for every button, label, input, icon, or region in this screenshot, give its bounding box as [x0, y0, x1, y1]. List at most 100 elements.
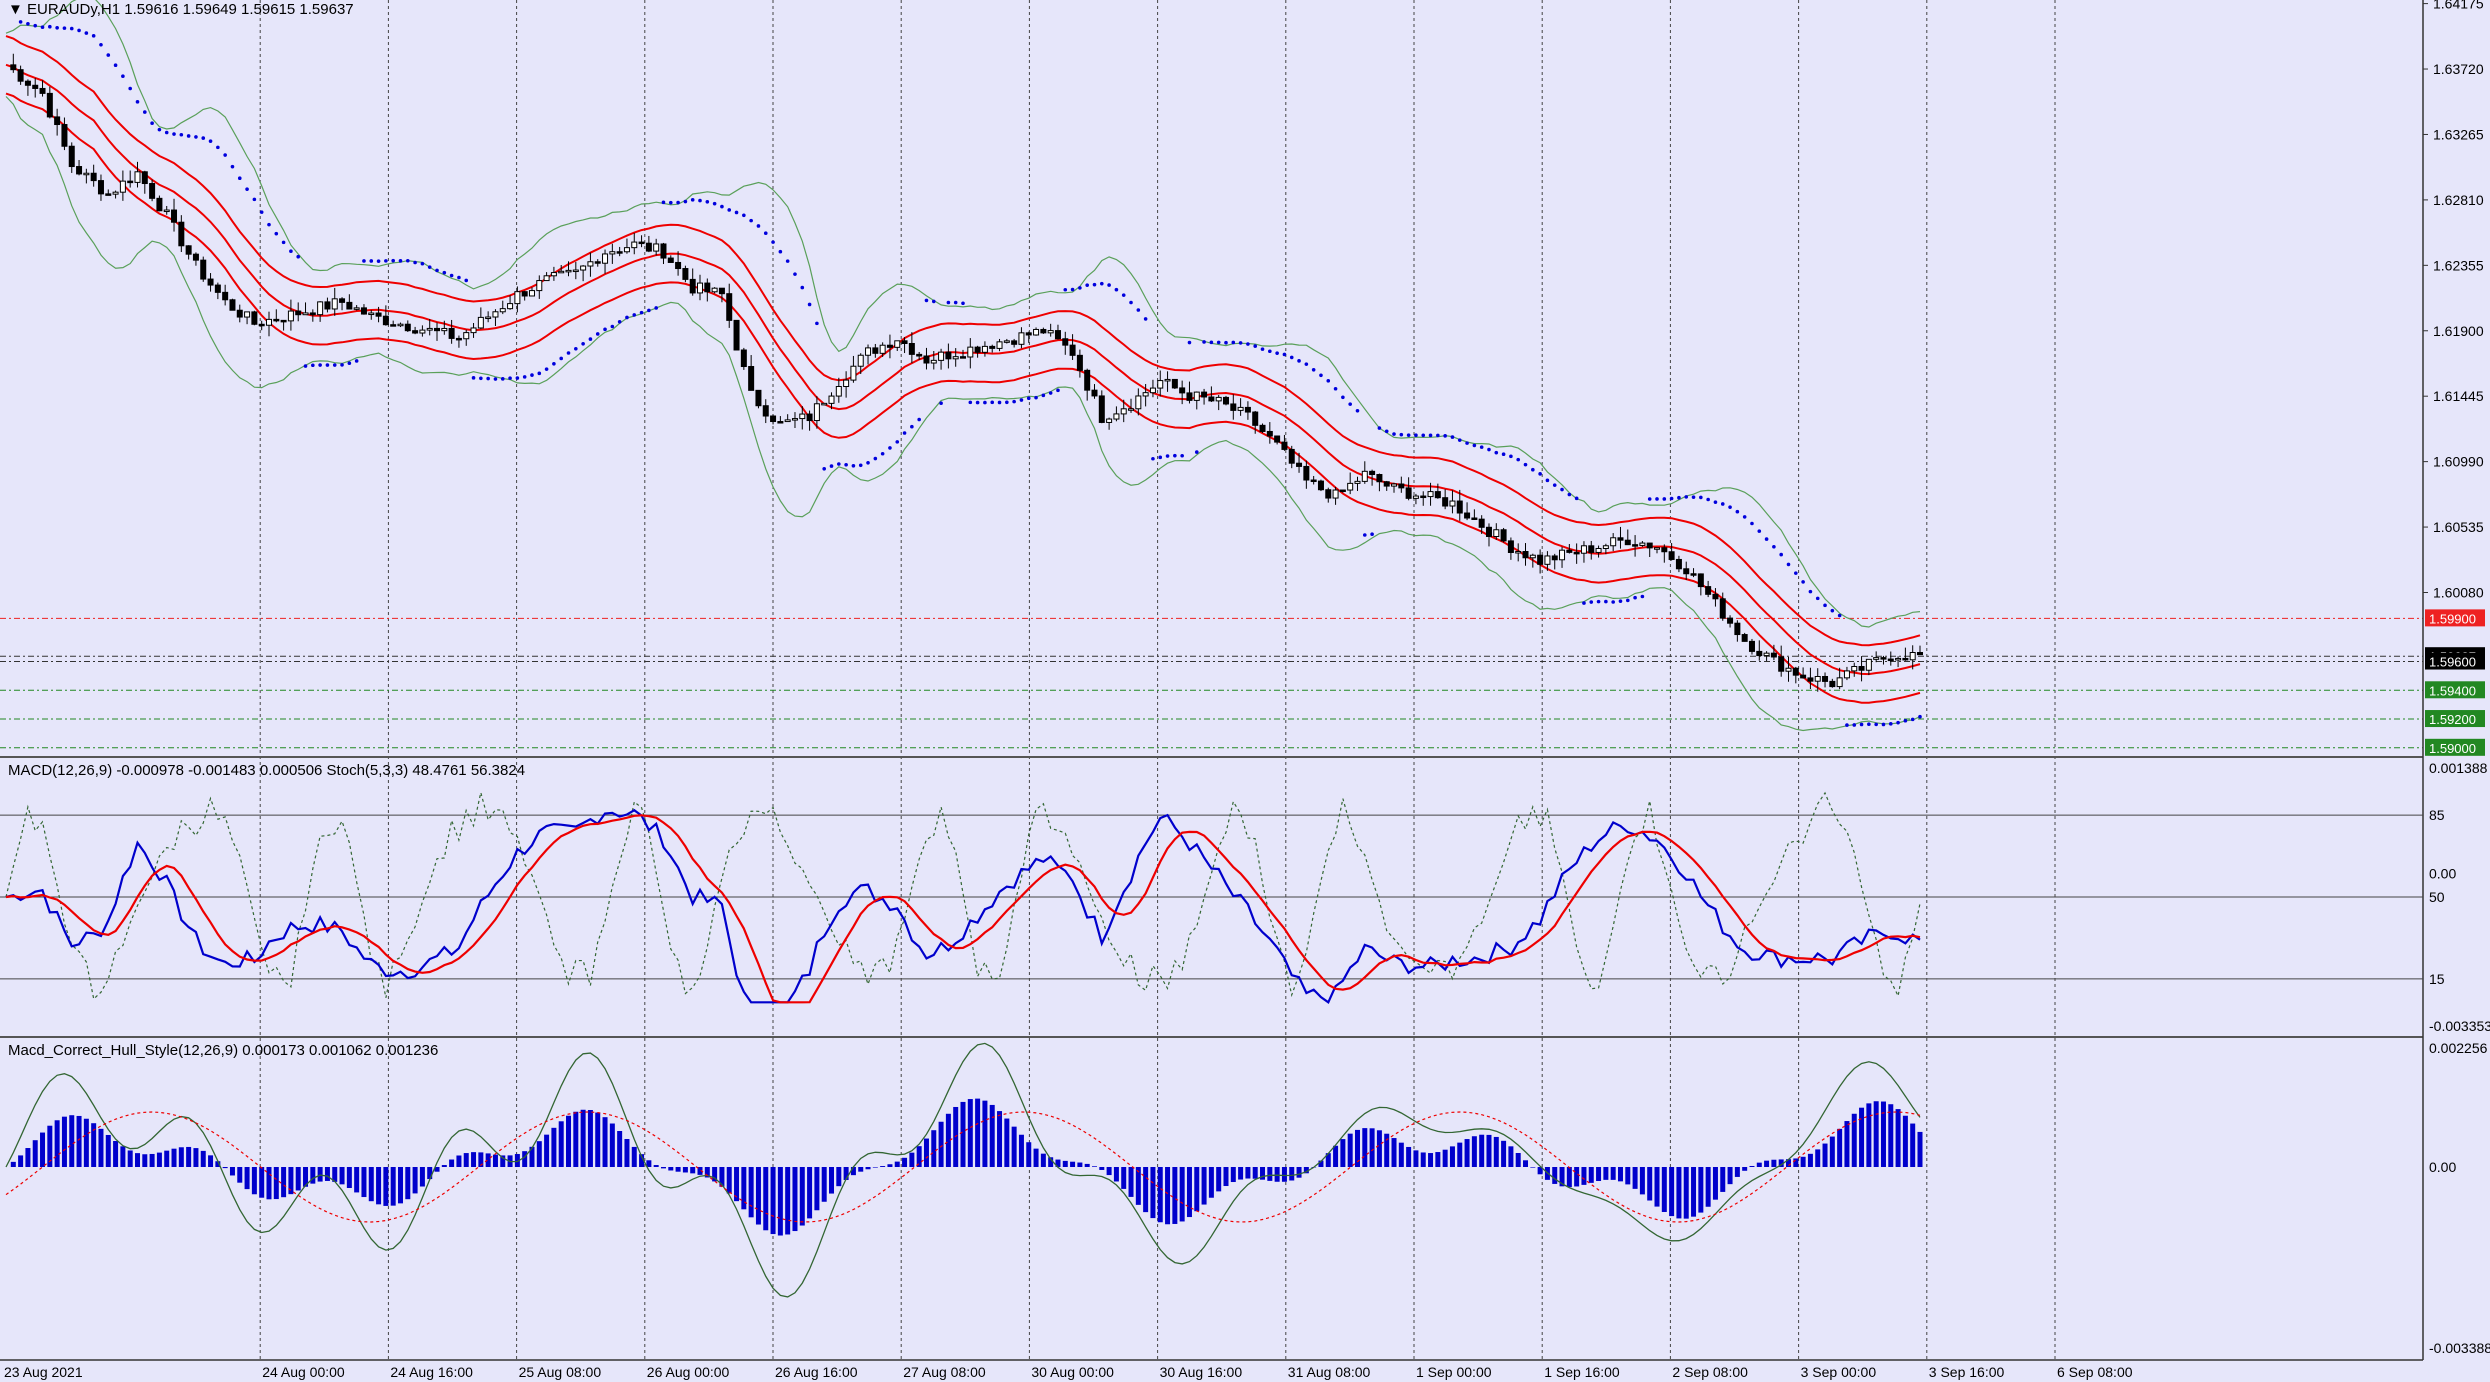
- histogram-bar: [1603, 1167, 1609, 1180]
- sar-dot: [1699, 495, 1703, 500]
- candle-body: [521, 291, 528, 297]
- histogram-bar: [1201, 1167, 1207, 1205]
- sar-dot: [1552, 483, 1557, 487]
- candle-body: [1675, 558, 1682, 570]
- candle-body: [1807, 677, 1814, 682]
- sar-dot: [106, 53, 111, 57]
- price-tick-label: 1.60535: [2433, 519, 2484, 535]
- sar-dot: [705, 199, 710, 204]
- candle-body: [1529, 554, 1536, 559]
- candle-body: [1252, 411, 1259, 426]
- candle-body: [375, 312, 382, 317]
- candle-body: [821, 402, 828, 406]
- sar-dot: [230, 164, 235, 169]
- sar-dot: [1487, 447, 1491, 452]
- histogram-bar: [1515, 1152, 1521, 1167]
- candle-body: [236, 309, 243, 318]
- histogram-bar: [61, 1116, 67, 1167]
- sar-dot: [1494, 450, 1499, 455]
- price-tick-label: 1.61445: [2433, 388, 2484, 404]
- time-label: 27 Aug 08:00: [903, 1364, 986, 1380]
- histogram-bar: [1135, 1167, 1141, 1205]
- histogram-bar: [653, 1165, 659, 1167]
- sar-dot: [515, 376, 520, 380]
- sar-dot: [581, 341, 585, 346]
- sar-dot: [55, 25, 59, 30]
- candle-body: [470, 327, 477, 334]
- histogram-bar: [1859, 1107, 1865, 1167]
- histogram-bar: [1588, 1167, 1594, 1183]
- candle-body: [784, 419, 791, 423]
- candle-body: [894, 340, 901, 348]
- histogram-bar: [1647, 1167, 1653, 1201]
- histogram-bar: [1238, 1167, 1244, 1180]
- time-label: 3 Sep 00:00: [1801, 1364, 1877, 1380]
- sar-dot: [135, 100, 140, 104]
- sar-dot: [1304, 362, 1309, 366]
- candle-body: [989, 345, 996, 349]
- histogram-bar: [419, 1167, 425, 1187]
- sar-dot: [1034, 395, 1038, 400]
- candle-body: [572, 269, 579, 273]
- candle-body: [550, 272, 557, 277]
- candle-body: [952, 356, 959, 360]
- candle-body: [1091, 389, 1098, 397]
- sar-dot: [398, 259, 403, 263]
- sar-dot: [712, 201, 717, 206]
- candle-body: [1069, 344, 1076, 356]
- candle-body: [726, 293, 733, 321]
- sar-dot: [1625, 598, 1630, 603]
- histogram-bar: [492, 1154, 498, 1167]
- sar-dot: [252, 197, 257, 202]
- sar-dot: [1531, 467, 1535, 472]
- sar-dot: [1655, 497, 1659, 501]
- sar-dot: [150, 121, 154, 126]
- sar-dot: [1896, 720, 1900, 725]
- candle-body: [528, 290, 535, 297]
- candle-body: [616, 251, 623, 254]
- histogram-bar: [1873, 1101, 1879, 1167]
- sar-dot: [500, 377, 505, 381]
- sar-dot: [800, 285, 805, 290]
- candle-body: [1646, 542, 1653, 549]
- candle-body: [382, 315, 389, 326]
- sar-dot: [851, 464, 856, 468]
- sar-dot: [720, 204, 724, 209]
- histogram-bar: [324, 1167, 330, 1181]
- histogram-bar: [785, 1167, 791, 1235]
- sar-dot: [1092, 282, 1097, 287]
- candle-body: [828, 395, 835, 404]
- candle-body: [1215, 396, 1222, 402]
- candle-body: [448, 327, 455, 339]
- sar-dot: [1048, 391, 1053, 395]
- sar-dot: [259, 210, 264, 214]
- histogram-bar: [1639, 1167, 1645, 1195]
- histogram-bar: [1165, 1167, 1171, 1225]
- histogram-bar: [463, 1153, 469, 1167]
- histogram-bar: [807, 1167, 813, 1219]
- histogram-bar: [1552, 1167, 1558, 1184]
- trading-chart[interactable]: 1.599001.596371.596001.594001.592001.590…: [0, 0, 2490, 1382]
- sar-dot: [376, 259, 381, 263]
- candle-body: [507, 303, 514, 310]
- sar-dot: [997, 400, 1002, 405]
- sar-dot: [1275, 351, 1279, 355]
- candle-body: [1464, 512, 1471, 519]
- sar-dot: [420, 261, 425, 266]
- histogram-bar: [595, 1112, 601, 1167]
- candle-body: [1551, 555, 1558, 561]
- histogram-bar: [229, 1167, 235, 1176]
- price-tick-label: 1.63265: [2433, 126, 2484, 142]
- candle-body: [558, 270, 565, 274]
- sar-dot: [332, 363, 337, 367]
- sar-dot: [1165, 454, 1170, 458]
- sar-dot: [18, 20, 23, 24]
- histogram-bar: [266, 1167, 272, 1200]
- sar-dot: [1399, 432, 1404, 437]
- candle-body: [1770, 652, 1777, 658]
- candle-body: [265, 318, 272, 326]
- histogram-bar: [858, 1167, 864, 1172]
- time-label: 30 Aug 00:00: [1031, 1364, 1114, 1380]
- histogram-bar: [799, 1167, 805, 1226]
- candle-body: [1559, 549, 1566, 561]
